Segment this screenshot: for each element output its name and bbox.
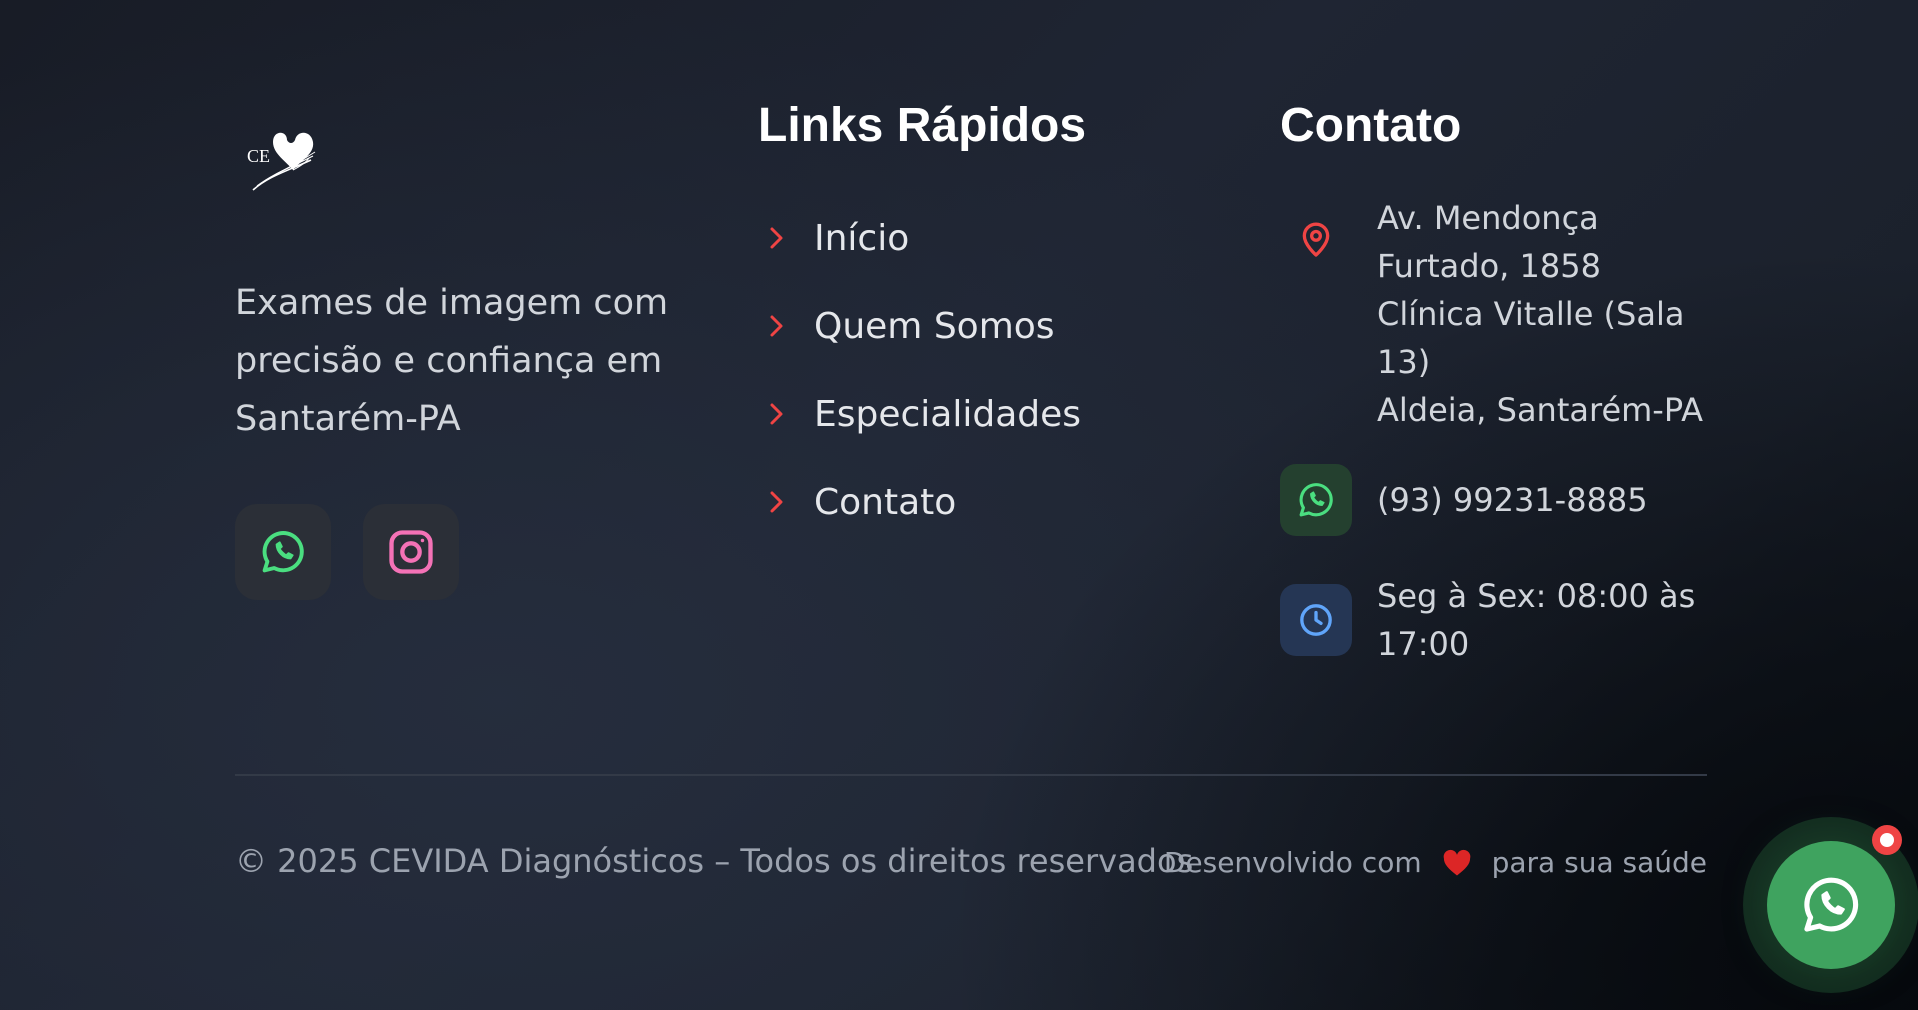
quick-link-label: Contato <box>814 481 957 523</box>
contact-phone[interactable]: (93) 99231-8885 <box>1280 464 1720 536</box>
clock-icon <box>1300 604 1332 636</box>
site-footer: CE Exames de imagem com precisão e confi… <box>0 0 1918 1010</box>
notification-badge <box>1872 825 1902 855</box>
contact-title: Contato <box>1280 99 1462 152</box>
hours-text: Seg à Sex: 08:00 às 17:00 <box>1377 572 1695 668</box>
notification-dot <box>1880 833 1894 847</box>
quick-link-label: Início <box>814 217 910 259</box>
phone-icon-box <box>1280 464 1352 536</box>
brand-tagline: Exames de imagem com precisão e confianç… <box>235 283 669 439</box>
contact-hours: Seg à Sex: 08:00 às 17:00 <box>1280 572 1720 668</box>
address-text: Av. Mendonça Furtado, 1858 Clínica Vital… <box>1377 194 1703 434</box>
social-links <box>235 504 675 600</box>
quick-link-label: Especialidades <box>814 393 1082 435</box>
contact-address: Av. Mendonça Furtado, 1858 Clínica Vital… <box>1280 194 1720 434</box>
address-line: Av. Mendonça <box>1377 199 1599 237</box>
developer-credit: Desenvolvido com para sua saúde <box>1164 846 1707 879</box>
chevron-right-icon <box>770 403 783 425</box>
address-line: 13) <box>1377 343 1431 381</box>
footer-divider <box>235 774 1707 776</box>
address-icon-box <box>1280 204 1352 276</box>
whatsapp-social-button[interactable] <box>235 504 331 600</box>
instagram-social-button[interactable] <box>363 504 459 600</box>
quick-link-inicio[interactable]: Início <box>758 194 1086 282</box>
chevron-right-icon <box>770 491 783 513</box>
address-line: Aldeia, Santarém-PA <box>1377 391 1703 429</box>
hours-line: 17:00 <box>1377 625 1470 663</box>
quick-links-list: Início Quem Somos Especialidades Contato <box>758 194 1086 546</box>
floating-whatsapp-button[interactable] <box>1767 841 1895 969</box>
address-line: Clínica Vitalle (Sala <box>1377 295 1685 333</box>
quick-link-quem-somos[interactable]: Quem Somos <box>758 282 1086 370</box>
instagram-icon <box>389 530 433 574</box>
svg-text:CE: CE <box>247 146 270 166</box>
heart-icon <box>1443 849 1470 875</box>
hours-icon-box <box>1280 584 1352 656</box>
quick-links-title: Links Rápidos <box>758 99 1087 152</box>
quick-link-especialidades[interactable]: Especialidades <box>758 370 1086 458</box>
copyright-text: © 2025 CEVIDA Diagnósticos – Todos os di… <box>235 842 1194 880</box>
quick-link-label: Quem Somos <box>814 305 1055 347</box>
chevron-right-icon <box>770 227 783 249</box>
phone-number[interactable]: (93) 99231-8885 <box>1377 476 1648 524</box>
credit-text-after: para sua saúde <box>1491 846 1707 879</box>
whatsapp-icon <box>1299 483 1333 517</box>
map-pin-icon <box>1302 222 1330 257</box>
whatsapp-icon <box>262 531 304 573</box>
whatsapp-icon <box>1804 877 1859 932</box>
credit-text-before: Desenvolvido com <box>1163 846 1422 879</box>
quick-links-column: Links Rápidos Início Quem Somos Especial… <box>758 96 1086 546</box>
hours-line: Seg à Sex: 08:00 às <box>1377 577 1696 615</box>
address-line: Furtado, 1858 <box>1377 247 1601 285</box>
quick-link-contato[interactable]: Contato <box>758 458 1086 546</box>
chevron-right-icon <box>770 315 783 337</box>
contact-column: Contato Av. Mendonça Furtado, 1858 Clíni… <box>1280 96 1720 668</box>
cevida-logo[interactable]: CE <box>235 110 335 200</box>
brand-column: CE Exames de imagem com precisão e confi… <box>235 110 675 600</box>
